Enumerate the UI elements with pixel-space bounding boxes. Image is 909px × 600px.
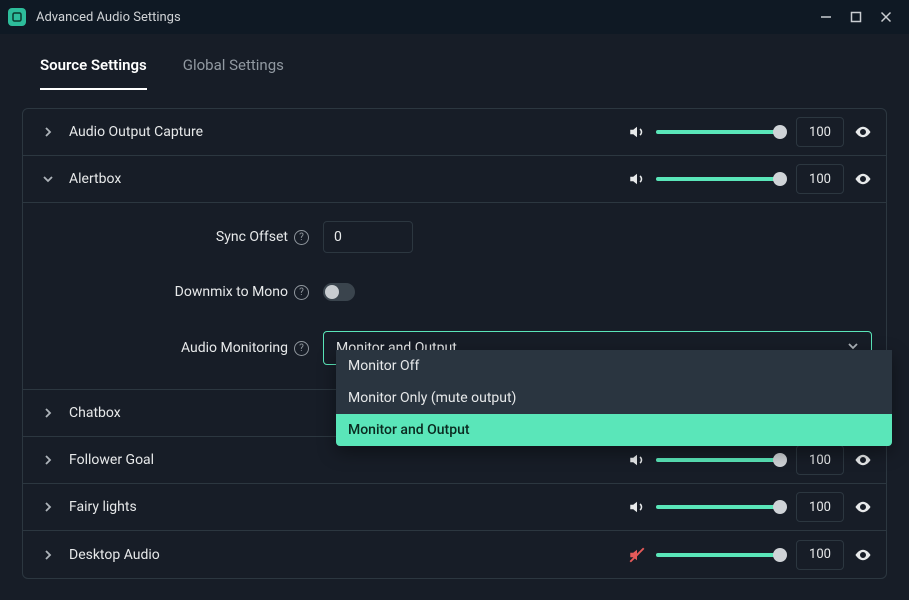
help-icon[interactable]: ? (294, 341, 309, 356)
help-icon[interactable]: ? (294, 230, 309, 245)
app-icon (8, 8, 26, 26)
downmix-toggle[interactable] (323, 283, 355, 301)
eye-icon[interactable] (854, 451, 872, 469)
chevron-down-icon[interactable] (37, 173, 59, 185)
speaker-icon[interactable] (628, 123, 646, 141)
tab-global-settings[interactable]: Global Settings (183, 56, 284, 90)
chevron-right-icon[interactable] (37, 501, 59, 513)
volume-slider[interactable] (656, 505, 786, 509)
minimize-button[interactable] (811, 3, 841, 31)
sync-offset-field: Sync Offset ? 0 (37, 221, 872, 253)
volume-slider[interactable] (656, 130, 786, 134)
speaker-icon[interactable] (628, 170, 646, 188)
close-button[interactable] (871, 3, 901, 31)
source-row: Alertbox 100 (23, 156, 886, 203)
help-icon[interactable]: ? (294, 285, 309, 300)
titlebar: Advanced Audio Settings (0, 0, 909, 34)
monitoring-dropdown: Monitor Off Monitor Only (mute output) M… (336, 350, 892, 446)
speaker-icon[interactable] (628, 451, 646, 469)
chevron-right-icon[interactable] (37, 126, 59, 138)
source-row: Fairy lights 100 (23, 484, 886, 531)
window-title: Advanced Audio Settings (36, 10, 811, 25)
eye-icon[interactable] (854, 170, 872, 188)
source-name: Fairy lights (69, 499, 628, 515)
source-name: Follower Goal (69, 452, 628, 468)
volume-input[interactable]: 100 (796, 117, 844, 147)
tab-source-settings[interactable]: Source Settings (40, 56, 147, 90)
source-row: Audio Output Capture 100 (23, 109, 886, 156)
volume-input[interactable]: 100 (796, 164, 844, 194)
field-label: Audio Monitoring (181, 340, 288, 356)
speaker-muted-icon[interactable] (628, 546, 646, 564)
speaker-icon[interactable] (628, 498, 646, 516)
field-label: Sync Offset (216, 229, 288, 245)
chevron-right-icon[interactable] (37, 454, 59, 466)
maximize-button[interactable] (841, 3, 871, 31)
sources-panel: Audio Output Capture 100 Alertbo (22, 108, 887, 579)
field-label: Downmix to Mono (175, 284, 288, 300)
source-row: Desktop Audio 100 (23, 531, 886, 578)
eye-icon[interactable] (854, 546, 872, 564)
downmix-field: Downmix to Mono ? (37, 283, 872, 301)
source-name: Audio Output Capture (69, 124, 628, 140)
volume-slider[interactable] (656, 553, 786, 557)
source-name: Alertbox (69, 171, 628, 187)
sync-offset-input[interactable]: 0 (323, 221, 413, 253)
volume-input[interactable]: 100 (796, 445, 844, 475)
volume-slider[interactable] (656, 177, 786, 181)
eye-icon[interactable] (854, 123, 872, 141)
eye-icon[interactable] (854, 498, 872, 516)
volume-input[interactable]: 100 (796, 492, 844, 522)
monitoring-option[interactable]: Monitor Off (336, 350, 892, 382)
source-name: Desktop Audio (69, 547, 628, 563)
chevron-right-icon[interactable] (37, 407, 59, 419)
monitoring-option[interactable]: Monitor and Output (336, 414, 892, 446)
tab-bar: Source Settings Global Settings (0, 34, 909, 90)
volume-slider[interactable] (656, 458, 786, 462)
volume-input[interactable]: 100 (796, 540, 844, 570)
monitoring-option[interactable]: Monitor Only (mute output) (336, 382, 892, 414)
chevron-right-icon[interactable] (37, 549, 59, 561)
